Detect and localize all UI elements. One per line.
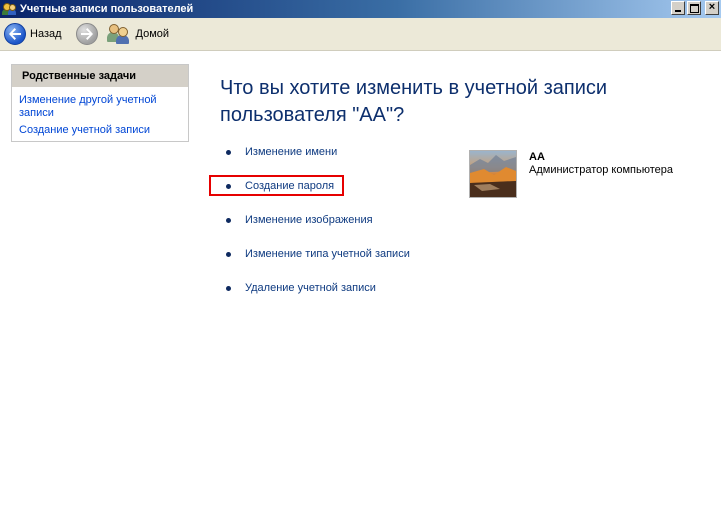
task-change-name[interactable]: Изменение имени (226, 146, 337, 158)
maximize-icon (690, 4, 699, 13)
user-name: АА (529, 151, 545, 163)
back-button[interactable]: Назад (0, 23, 62, 45)
home-users-icon (106, 23, 131, 45)
minimize-button[interactable] (671, 1, 685, 15)
change-another-account-link[interactable]: Изменение другой учетной записи (19, 94, 182, 120)
maximize-button[interactable] (687, 1, 701, 15)
user-picture (469, 150, 517, 198)
task-change-picture[interactable]: Изменение изображения (226, 214, 373, 226)
back-arrow-icon (4, 23, 26, 45)
user-role: Администратор компьютера (529, 164, 673, 176)
close-button[interactable]: × (705, 1, 719, 15)
task-label: Изменение имени (245, 146, 338, 158)
task-change-account-type[interactable]: Изменение типа учетной записи (226, 248, 410, 260)
forward-button[interactable] (62, 23, 98, 45)
window-title: Учетные записи пользователей (20, 3, 194, 15)
bullet-icon (226, 251, 231, 257)
create-account-link[interactable]: Создание учетной записи (19, 124, 182, 137)
bullet-icon (226, 149, 231, 155)
toolbar: Назад Домой (0, 18, 721, 51)
forward-arrow-icon (75, 23, 98, 45)
task-label: Изменение типа учетной записи (245, 248, 410, 260)
related-tasks-panel: Родственные задачи Изменение другой учет… (11, 64, 189, 142)
task-label: Изменение изображения (245, 214, 373, 226)
related-tasks-header: Родственные задачи (12, 65, 188, 87)
task-label: Удаление учетной записи (245, 282, 376, 294)
highlight-box (209, 175, 344, 196)
page-title: Что вы хотите изменить в учетной записи … (220, 77, 608, 126)
task-delete-account[interactable]: Удаление учетной записи (226, 282, 376, 294)
title-bar: Учетные записи пользователей × (0, 0, 721, 18)
bullet-icon (226, 217, 231, 223)
home-button[interactable]: Домой (98, 23, 170, 45)
home-label: Домой (135, 28, 170, 40)
users-icon (2, 2, 16, 16)
close-icon: × (708, 1, 716, 13)
bullet-icon (226, 285, 231, 291)
minimize-icon (675, 10, 681, 12)
back-label: Назад (30, 28, 62, 40)
